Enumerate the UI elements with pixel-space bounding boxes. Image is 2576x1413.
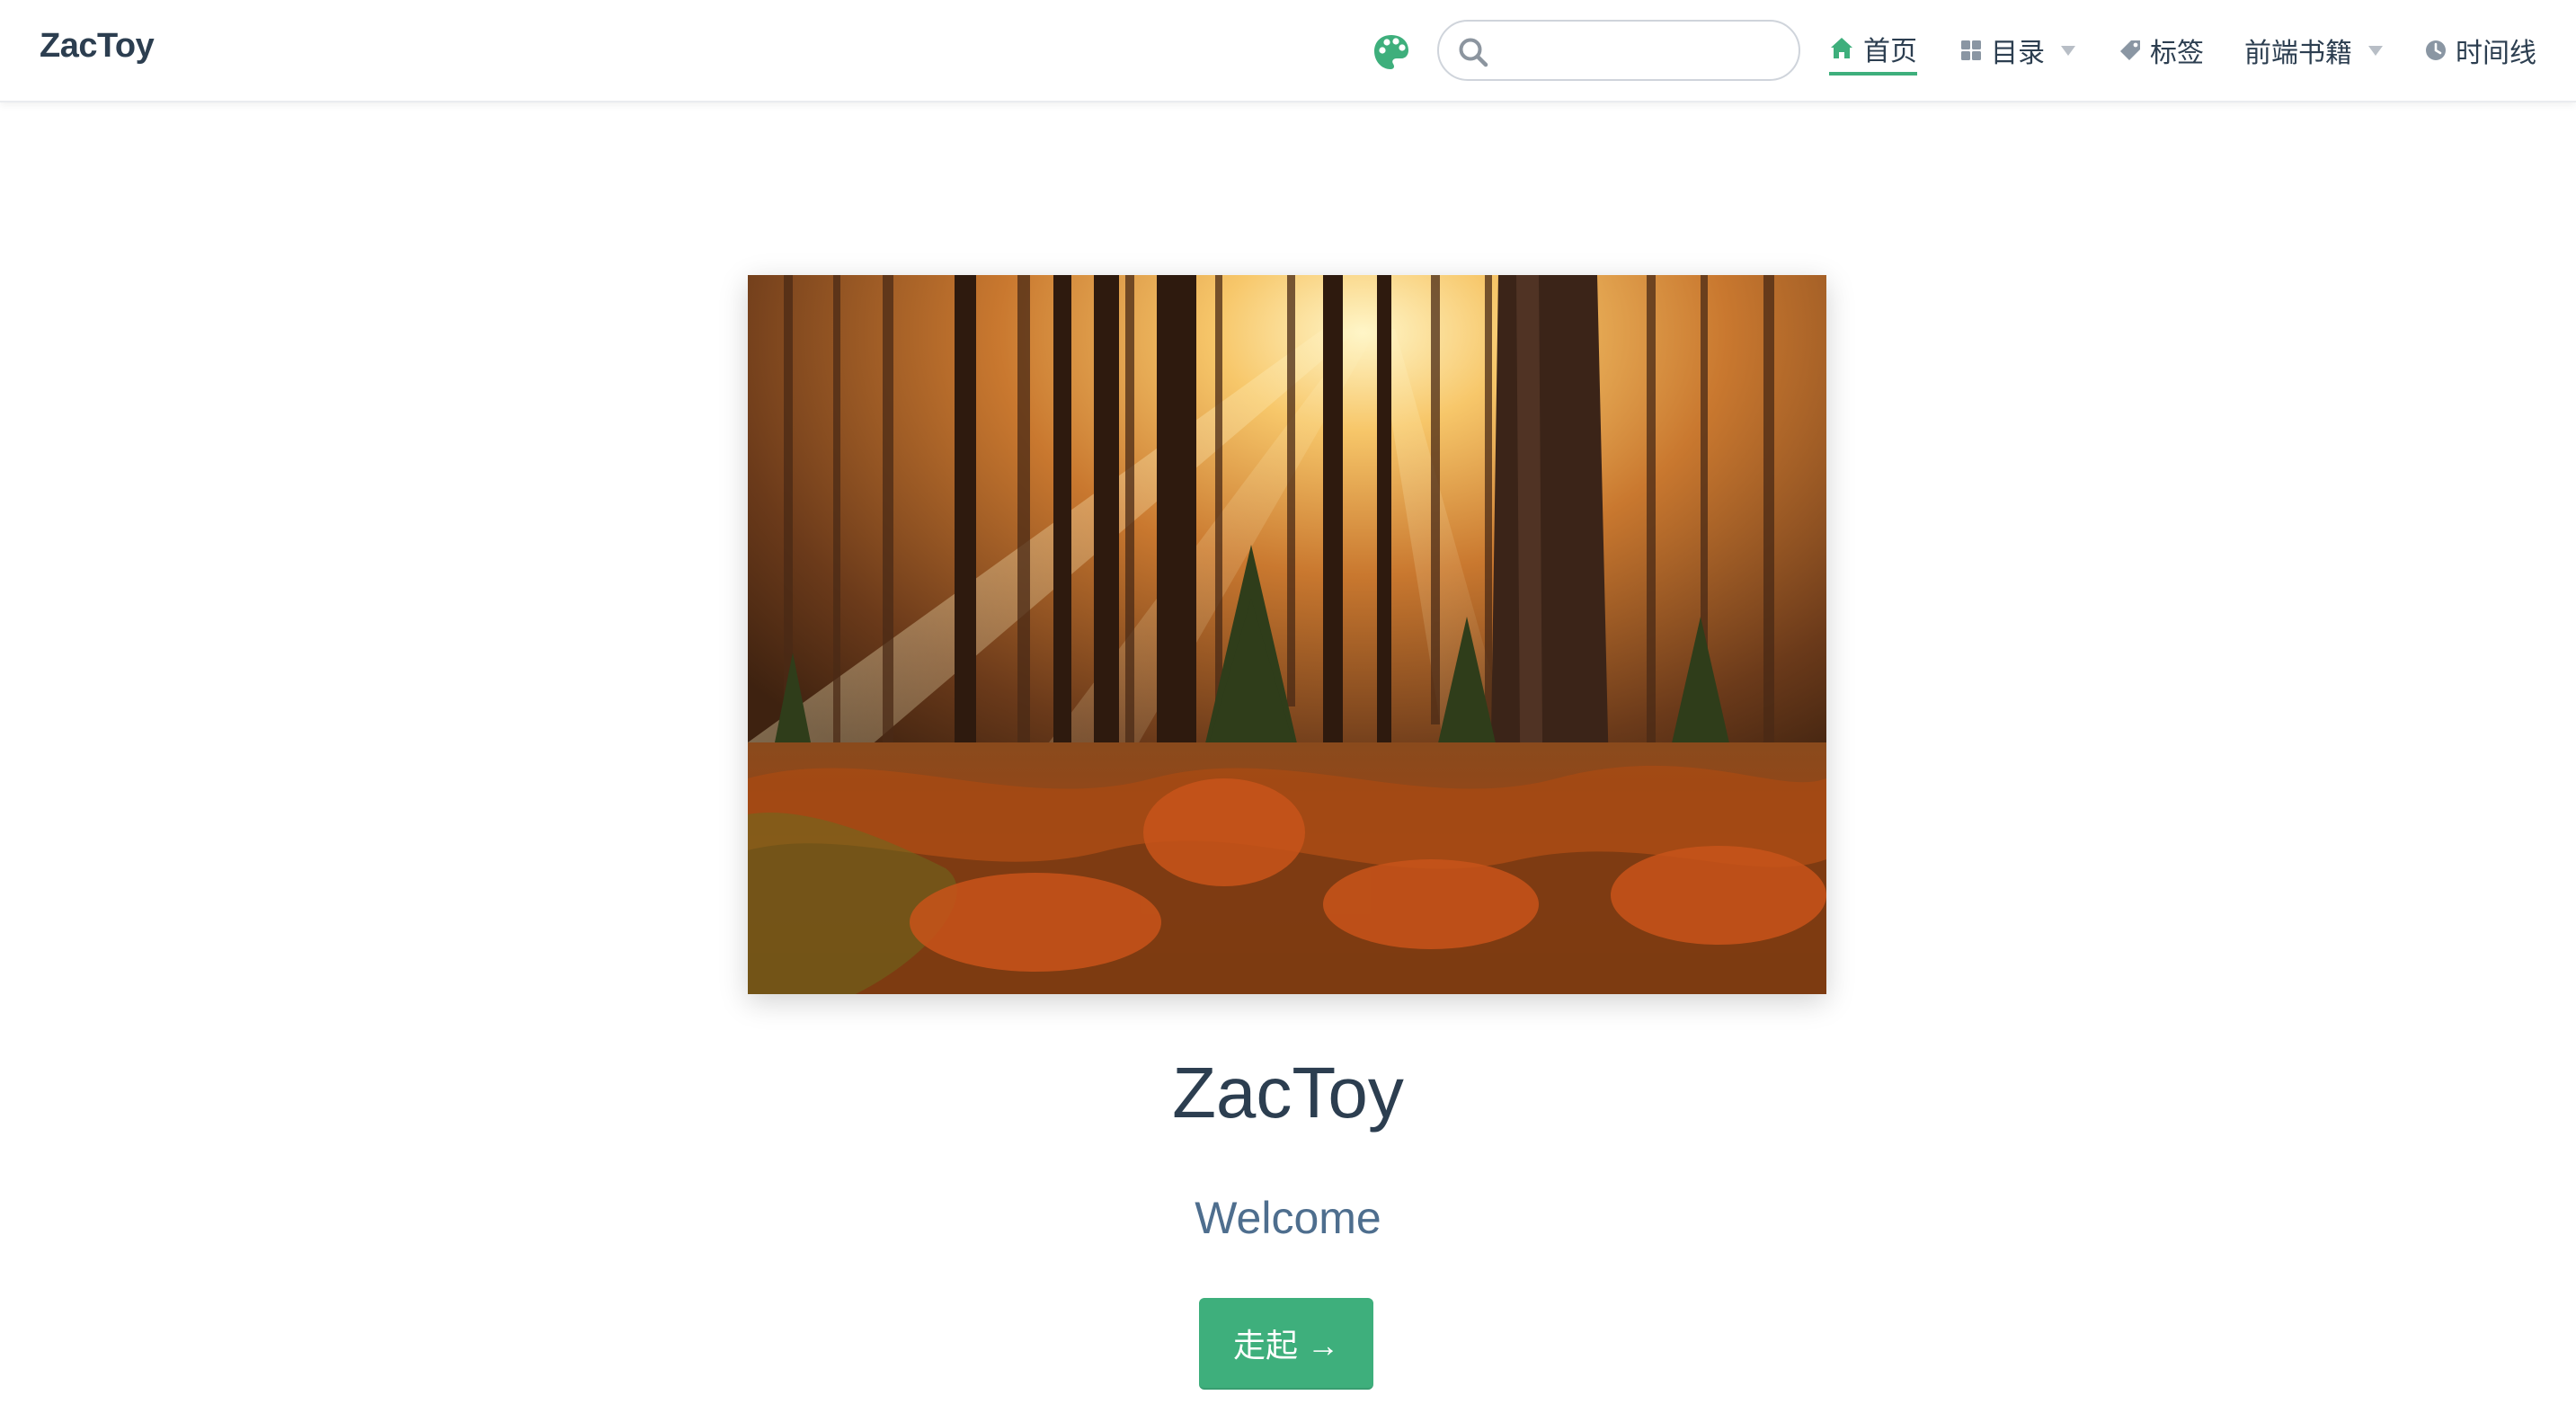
search-input[interactable]	[1498, 29, 1786, 72]
nav-item-timeline[interactable]: 时间线	[2423, 25, 2536, 76]
search-icon	[1459, 38, 1488, 67]
sunlit-forest-image	[748, 275, 1826, 994]
hero-image	[748, 275, 1826, 994]
search-box[interactable]	[1437, 20, 1800, 81]
nav-item-home[interactable]: 首页	[1829, 25, 1917, 76]
nav-item-catalog[interactable]: 目录	[1959, 25, 2075, 76]
nav-item-books[interactable]: 前端书籍	[2244, 25, 2383, 76]
chevron-down-icon	[2061, 45, 2075, 56]
nav-item-books-label: 前端书籍	[2244, 39, 2352, 68]
nav-item-tags-label: 标签	[2150, 39, 2204, 68]
nav-item-home-label: 首页	[1863, 37, 1917, 67]
navbar: ZacToy 首页 目录 标签 前端书籍 时间线	[0, 0, 2576, 102]
hero-title: ZacToy	[1172, 1053, 1404, 1133]
nav-item-tags[interactable]: 标签	[2118, 25, 2204, 76]
site-name-link[interactable]: ZacToy	[40, 27, 155, 66]
grid-icon	[1961, 40, 1981, 60]
clock-icon	[2426, 40, 2446, 60]
chevron-down-icon	[2368, 45, 2383, 56]
palette-icon[interactable]	[1372, 32, 1411, 72]
home-icon	[1831, 38, 1852, 58]
tag-icon	[2120, 40, 2140, 60]
action-button[interactable]: 走起 →	[1199, 1298, 1373, 1390]
nav-item-timeline-label: 时间线	[2456, 39, 2536, 68]
hero-description: Welcome	[1195, 1193, 1381, 1243]
nav-item-catalog-label: 目录	[1991, 39, 2045, 68]
